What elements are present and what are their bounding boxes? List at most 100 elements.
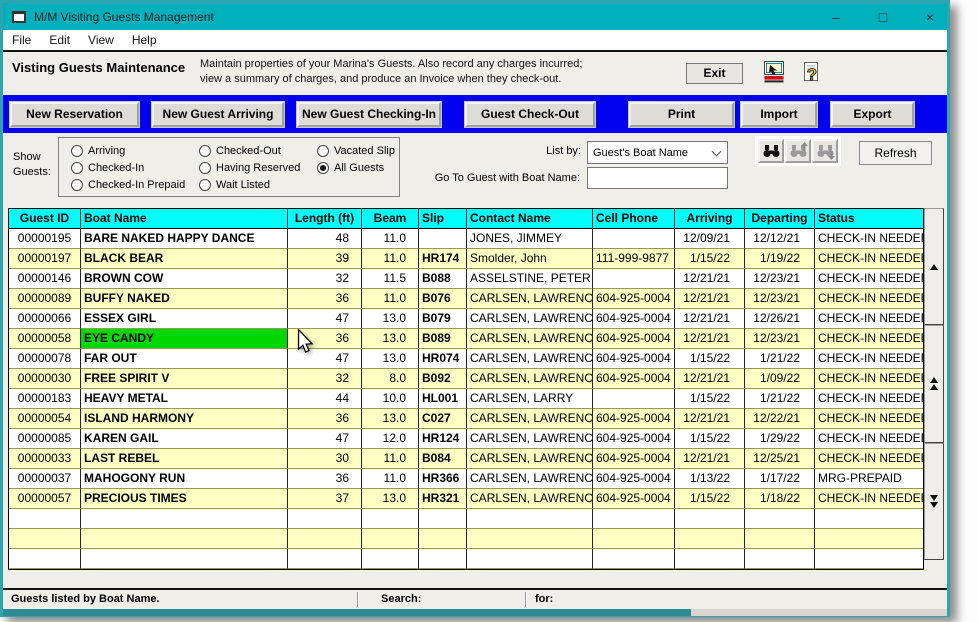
column-header-length-ft[interactable]: Length (ft) bbox=[288, 209, 362, 229]
refresh-button[interactable]: Refresh bbox=[859, 141, 932, 165]
table-cell[interactable]: 604-925-0004 bbox=[593, 369, 675, 389]
table-cell[interactable]: 1/21/22 bbox=[745, 349, 815, 369]
table-cell[interactable]: 10.0 bbox=[362, 389, 419, 409]
table-cell[interactable]: 00000078 bbox=[9, 349, 81, 369]
table-cell[interactable]: BROWN COW bbox=[81, 269, 288, 289]
table-cell[interactable]: 12/25/21 bbox=[745, 449, 815, 469]
table-cell[interactable] bbox=[362, 509, 419, 529]
table-cell[interactable]: 12/21/21 bbox=[675, 309, 745, 329]
exit-button[interactable]: Exit bbox=[686, 63, 743, 84]
table-cell[interactable]: 47 bbox=[288, 309, 362, 329]
table-row[interactable]: 00000078FAR OUT4713.0HR074CARLSEN, LAWRE… bbox=[9, 349, 923, 369]
new-guest-arriving-button[interactable]: New Guest Arriving bbox=[152, 102, 284, 127]
table-cell[interactable]: 30 bbox=[288, 449, 362, 469]
table-cell[interactable] bbox=[593, 269, 675, 289]
column-header-boat-name[interactable]: Boat Name bbox=[81, 209, 288, 229]
table-cell[interactable]: 12.0 bbox=[362, 429, 419, 449]
table-cell[interactable]: CARLSEN, LAWRENCE bbox=[467, 449, 593, 469]
table-row[interactable]: 00000183HEAVY METAL4410.0HL001CARLSEN, L… bbox=[9, 389, 923, 409]
help-icon[interactable]: ? bbox=[797, 59, 827, 86]
table-cell[interactable]: 1/21/22 bbox=[745, 389, 815, 409]
scroll-page-down-button[interactable] bbox=[924, 443, 944, 560]
table-cell[interactable]: CHECK-IN NEEDED bbox=[815, 329, 923, 349]
table-cell[interactable] bbox=[288, 549, 362, 569]
table-row[interactable]: 00000089BUFFY NAKED3611.0B076CARLSEN, LA… bbox=[9, 289, 923, 309]
table-cell[interactable]: 11.0 bbox=[362, 289, 419, 309]
table-cell[interactable]: CARLSEN, LAWRENCE bbox=[467, 349, 593, 369]
column-header-beam[interactable]: Beam bbox=[362, 209, 419, 229]
table-cell[interactable]: HR321 bbox=[419, 489, 467, 509]
table-cell[interactable]: B092 bbox=[419, 369, 467, 389]
table-cell[interactable]: CARLSEN, LAWRENCE bbox=[467, 469, 593, 489]
table-cell[interactable]: HL001 bbox=[419, 389, 467, 409]
radio-checked-in[interactable]: Checked-In bbox=[71, 159, 199, 176]
table-cell[interactable]: BLACK BEAR bbox=[81, 249, 288, 269]
table-cell[interactable]: 11.0 bbox=[362, 469, 419, 489]
table-cell[interactable]: ASSELSTINE, PETER bbox=[467, 269, 593, 289]
column-header-contact-name[interactable]: Contact Name bbox=[467, 209, 593, 229]
table-cell[interactable]: 12/23/21 bbox=[745, 329, 815, 349]
table-cell[interactable]: 37 bbox=[288, 489, 362, 509]
table-cell[interactable]: B076 bbox=[419, 289, 467, 309]
find-next-binoculars-icon[interactable] bbox=[812, 139, 838, 163]
table-row[interactable]: 00000037MAHOGONY RUN3611.0HR366CARLSEN, … bbox=[9, 469, 923, 489]
table-cell[interactable] bbox=[9, 549, 81, 569]
table-cell[interactable]: CHECK-IN NEEDED bbox=[815, 249, 923, 269]
table-row-empty[interactable] bbox=[9, 529, 923, 549]
table-cell[interactable] bbox=[675, 509, 745, 529]
table-cell[interactable]: FAR OUT bbox=[81, 349, 288, 369]
table-cell[interactable]: HR124 bbox=[419, 429, 467, 449]
table-cell[interactable]: 00000058 bbox=[9, 329, 81, 349]
table-cell[interactable] bbox=[288, 529, 362, 549]
column-header-arriving[interactable]: Arriving bbox=[675, 209, 745, 229]
table-cell[interactable]: 1/13/22 bbox=[675, 469, 745, 489]
table-cell[interactable]: 00000054 bbox=[9, 409, 81, 429]
table-cell[interactable]: B089 bbox=[419, 329, 467, 349]
table-cell[interactable]: CHECK-IN NEEDED bbox=[815, 369, 923, 389]
table-cell[interactable] bbox=[593, 529, 675, 549]
table-row[interactable]: 00000146BROWN COW3211.5B088ASSELSTINE, P… bbox=[9, 269, 923, 289]
table-cell[interactable]: CHECK-IN NEEDED bbox=[815, 309, 923, 329]
table-cell[interactable]: JONES, JIMMEY bbox=[467, 229, 593, 249]
minimize-icon[interactable]: – bbox=[827, 9, 845, 25]
table-cell[interactable] bbox=[815, 529, 923, 549]
table-cell[interactable]: 1/17/22 bbox=[745, 469, 815, 489]
table-cell[interactable]: PRECIOUS TIMES bbox=[81, 489, 288, 509]
table-cell[interactable]: CARLSEN, LAWRENCE bbox=[467, 289, 593, 309]
table-cell[interactable]: HR074 bbox=[419, 349, 467, 369]
table-cell[interactable] bbox=[288, 509, 362, 529]
print-button[interactable]: Print bbox=[629, 102, 734, 127]
list-by-dropdown[interactable]: Guest's Boat Name bbox=[587, 141, 728, 164]
table-cell[interactable]: 604-925-0004 bbox=[593, 449, 675, 469]
table-cell[interactable]: 12/12/21 bbox=[745, 229, 815, 249]
table-row-empty[interactable] bbox=[9, 549, 923, 569]
table-cell[interactable]: 604-925-0004 bbox=[593, 349, 675, 369]
table-cell[interactable]: 604-925-0004 bbox=[593, 469, 675, 489]
table-cell[interactable]: 47 bbox=[288, 349, 362, 369]
table-row[interactable]: 00000066ESSEX GIRL4713.0B079CARLSEN, LAW… bbox=[9, 309, 923, 329]
table-row-empty[interactable] bbox=[9, 509, 923, 529]
table-row[interactable]: 00000054ISLAND HARMONY3613.0C027CARLSEN,… bbox=[9, 409, 923, 429]
table-cell[interactable] bbox=[362, 529, 419, 549]
table-cell[interactable]: 12/21/21 bbox=[675, 269, 745, 289]
table-cell[interactable]: 604-925-0004 bbox=[593, 289, 675, 309]
table-cell[interactable]: 604-925-0004 bbox=[593, 409, 675, 429]
table-cell[interactable] bbox=[593, 509, 675, 529]
table-cell[interactable]: B084 bbox=[419, 449, 467, 469]
table-cell[interactable]: 13.0 bbox=[362, 409, 419, 429]
column-header-slip[interactable]: Slip bbox=[419, 209, 467, 229]
table-cell[interactable] bbox=[419, 229, 467, 249]
table-cell[interactable]: LAST REBEL bbox=[81, 449, 288, 469]
menu-item-view[interactable]: View bbox=[79, 33, 123, 47]
find-binoculars-icon[interactable] bbox=[758, 139, 784, 163]
table-cell[interactable]: 11.0 bbox=[362, 449, 419, 469]
table-cell[interactable]: 12/21/21 bbox=[675, 409, 745, 429]
table-cell[interactable]: 12/22/21 bbox=[745, 409, 815, 429]
table-cell[interactable] bbox=[675, 549, 745, 569]
table-cell[interactable]: MAHOGONY RUN bbox=[81, 469, 288, 489]
column-header-status[interactable]: Status bbox=[815, 209, 923, 229]
table-cell[interactable] bbox=[593, 389, 675, 409]
radio-arriving[interactable]: Arriving bbox=[71, 142, 199, 159]
table-cell[interactable] bbox=[81, 509, 288, 529]
table-cell[interactable] bbox=[419, 549, 467, 569]
